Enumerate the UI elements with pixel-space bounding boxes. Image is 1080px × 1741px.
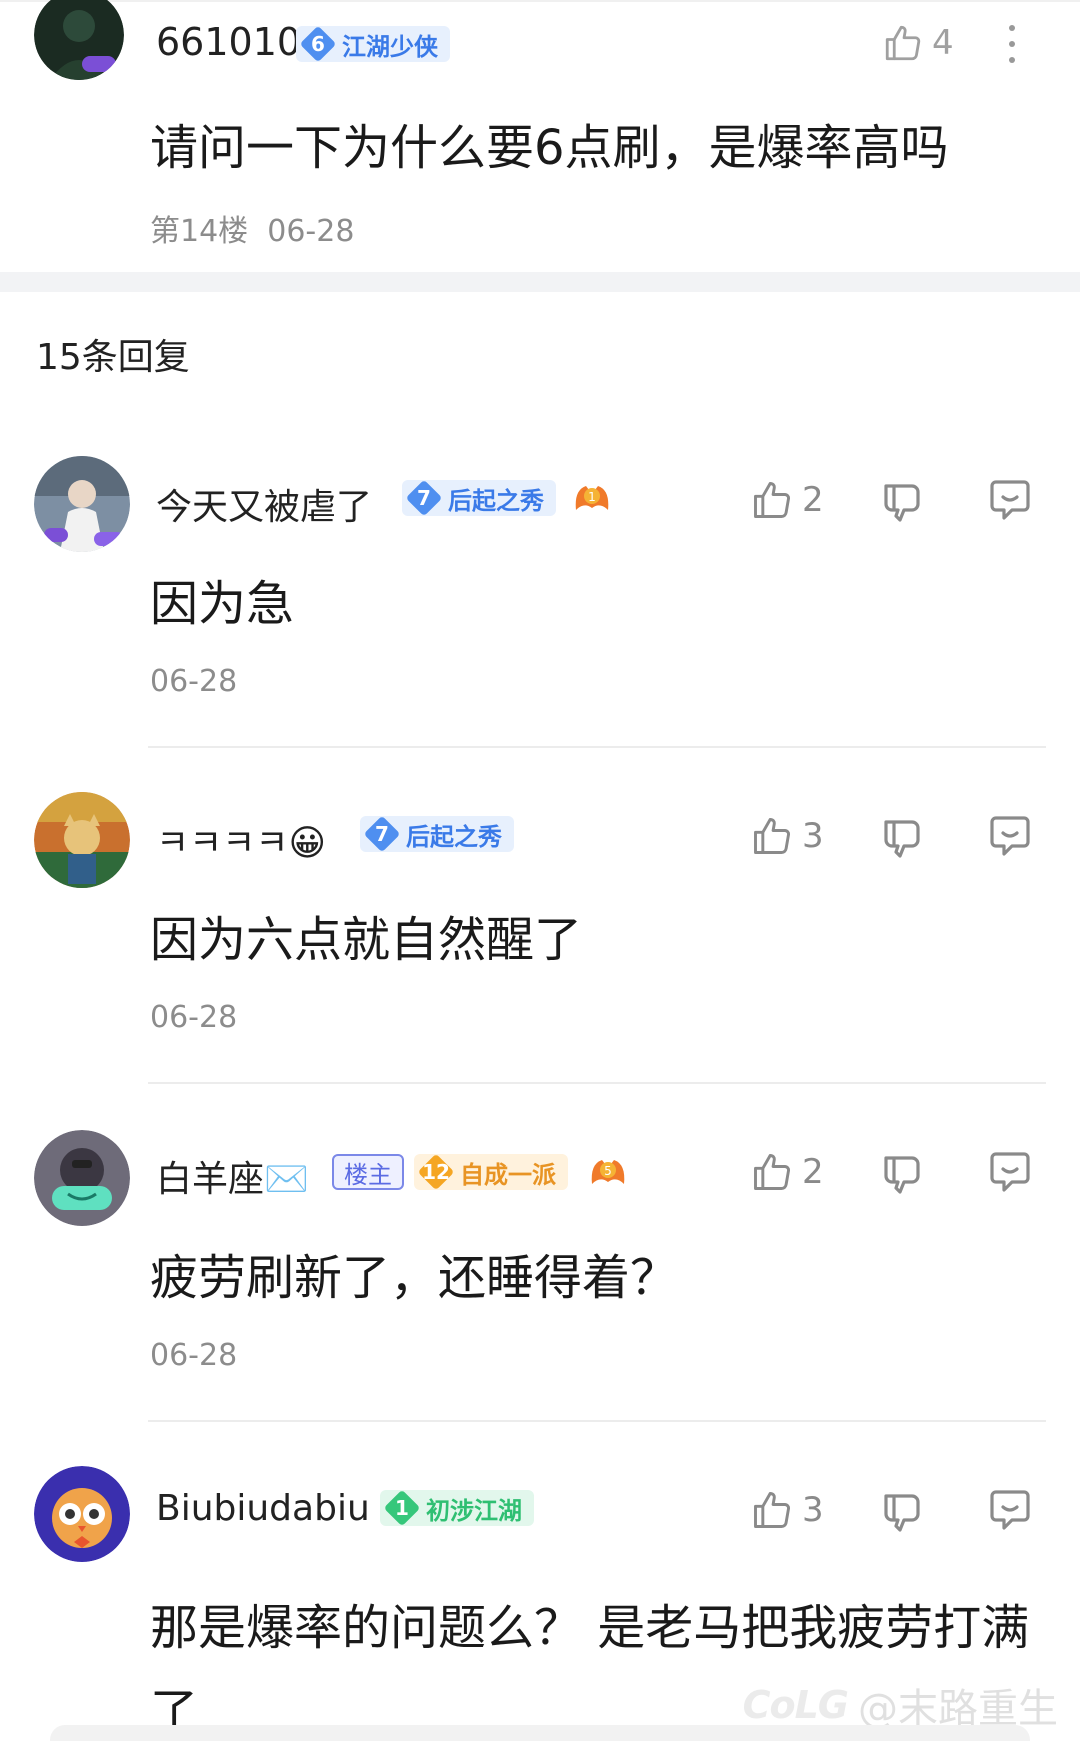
like-button[interactable]: 4 [882,22,954,64]
reply-username[interactable]: ㅋㅋㅋㅋ😀 [156,814,326,866]
medal-icon: 5 [591,1160,625,1184]
thumb-down-icon [884,484,920,522]
post-content: 请问一下为什么要6点刷，是爆率高吗 [150,120,949,176]
like-count: 2 [802,1152,824,1192]
level-diamond-icon: 1 [384,1490,420,1526]
medal-icon: 1 [575,486,609,510]
reply-content: 因为六点就自然醒了 [150,912,583,968]
reply-content: 因为急 [150,576,295,632]
top-post-card: 661010 6 江湖少侠 4 请问一下为什么要6点刷，是爆率高吗 第14楼 0… [0,0,1080,272]
thumb-up-icon [754,1492,790,1528]
svg-text:5: 5 [604,1164,612,1178]
like-button[interactable]: 3 [750,814,824,858]
reply-username[interactable]: Biubiudabiu [156,1488,370,1529]
reply-content: 疲劳刷新了，还睡得着？ [150,1250,679,1306]
reply-icon [990,1490,1030,1530]
watermark-logo: CoLG [742,1683,849,1727]
level-badge: 1 初涉江湖 [380,1490,534,1526]
dislike-button[interactable] [878,814,926,862]
reply-date: 06-28 [150,1338,238,1373]
section-separator [0,272,1080,292]
level-title: 江湖少侠 [342,32,438,61]
post-floor-meta: 第14楼 06-28 [150,214,355,249]
like-button[interactable]: 3 [750,1488,824,1532]
reply-button[interactable] [986,476,1034,524]
level-badge: 12 自成一派 [414,1154,568,1190]
like-button[interactable]: 2 [750,478,824,522]
avatar[interactable] [34,0,124,80]
reply-icon [990,816,1030,856]
level-diamond-icon: 12 [418,1154,454,1190]
owner-tag-label: 楼主 [344,1160,392,1189]
thumb-up-icon [754,482,790,518]
thumb-down-icon [884,820,920,858]
reply-date: 06-28 [150,1000,238,1035]
level-title: 初涉江湖 [426,1496,522,1525]
like-count: 3 [802,816,824,856]
divider [148,1082,1046,1084]
like-count: 3 [802,1490,824,1530]
level-badge: 7 后起之秀 [402,480,556,516]
reply-date: 06-28 [150,664,238,699]
dislike-button[interactable] [878,1150,926,1198]
level-diamond-icon: 6 [300,26,336,62]
reply-button[interactable] [986,1486,1034,1534]
reply-icon [990,1152,1030,1192]
post-username[interactable]: 661010 [156,20,301,64]
dislike-button[interactable] [878,478,926,526]
reply-username[interactable]: 白羊座✉️ [156,1150,309,1202]
thumb-up-icon [885,25,921,61]
divider [148,746,1046,748]
thumb-up-icon [754,818,790,854]
level-title: 后起之秀 [448,486,544,515]
level-title: 自成一派 [460,1160,556,1189]
avatar[interactable] [34,456,130,552]
like-count: 4 [932,23,954,63]
level-diamond-icon: 7 [406,480,442,516]
level-badge: 7 后起之秀 [360,816,514,852]
more-icon[interactable] [1004,22,1020,66]
avatar[interactable] [34,792,130,888]
reply-icon [990,480,1030,520]
level-diamond-icon: 7 [364,816,400,852]
thumb-up-icon [754,1154,790,1190]
reply-username[interactable]: 今天又被虐了 [156,478,372,530]
replies-count-heading: 15条回复 [36,337,190,378]
avatar[interactable] [34,1130,130,1226]
avatar[interactable] [34,1466,130,1562]
thumb-down-icon [884,1494,920,1532]
svg-text:1: 1 [588,490,596,504]
divider [148,1420,1046,1422]
bottom-input-bar[interactable] [50,1725,1030,1741]
reply-button[interactable] [986,1148,1034,1196]
like-button[interactable]: 2 [750,1150,824,1194]
level-badge: 6 江湖少侠 [296,26,450,62]
owner-tag: 楼主 [332,1154,404,1190]
like-count: 2 [802,480,824,520]
dislike-button[interactable] [878,1488,926,1536]
thumb-down-icon [884,1156,920,1194]
reply-button[interactable] [986,812,1034,860]
level-title: 后起之秀 [406,822,502,851]
